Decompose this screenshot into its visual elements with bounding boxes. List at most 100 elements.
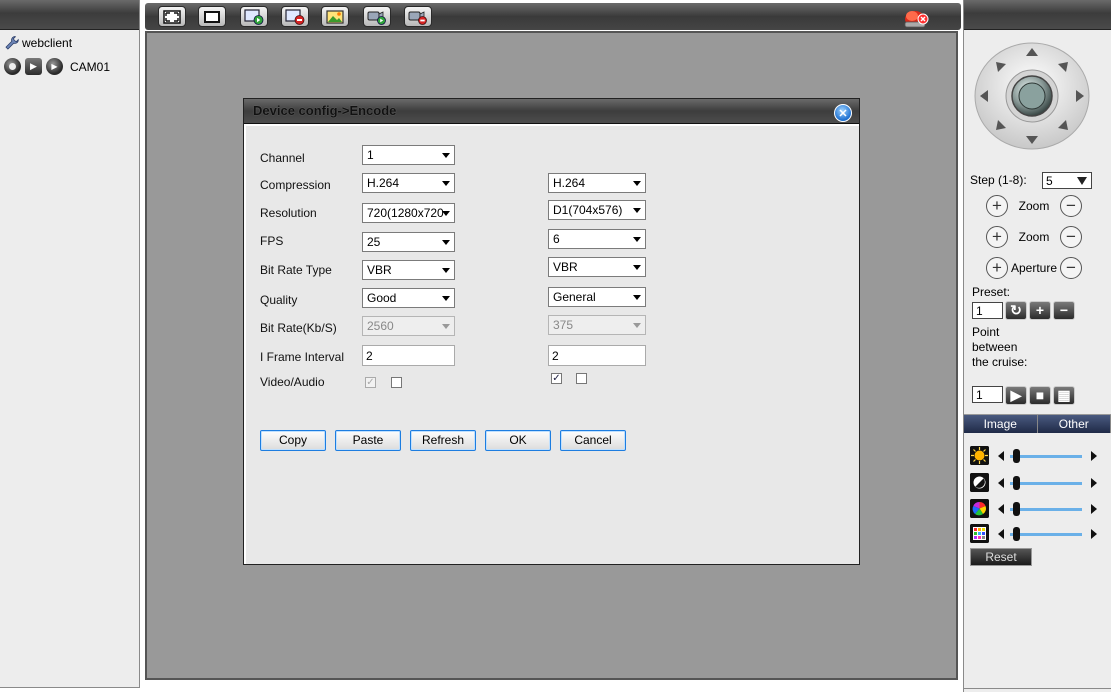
fullscreen-button[interactable] [158, 6, 186, 27]
aperture-open-icon[interactable]: + [986, 257, 1008, 279]
cruise-input[interactable]: 1 [972, 386, 1003, 403]
device-tree-panel: webclient ▶ ▶ CAM01 [0, 0, 140, 688]
aperture-row: + Aperture − [986, 257, 1082, 279]
tab-image[interactable]: Image [964, 415, 1038, 433]
brightness-slider-track[interactable] [1010, 455, 1082, 458]
cancel-button[interactable]: Cancel [560, 430, 626, 451]
goto-preset-icon[interactable]: ↻ [1005, 301, 1027, 320]
open-all-video-button[interactable] [240, 6, 268, 27]
camera-stop-icon [408, 10, 427, 25]
record-icon[interactable] [4, 58, 21, 75]
play-circle-icon[interactable]: ▶ [46, 58, 63, 75]
preset-input[interactable]: 1 [972, 302, 1003, 319]
main-quality-select[interactable]: Good [362, 288, 455, 308]
camera-label: CAM01 [70, 59, 111, 74]
single-screen-icon [204, 10, 220, 23]
tree-root-label: webclient [22, 36, 73, 50]
main-compression-select[interactable]: H.264 [362, 173, 455, 193]
zoom-row-1: + Zoom − [986, 195, 1082, 217]
hue-decrease-icon[interactable] [998, 529, 1004, 539]
extra-fps-select[interactable]: 6 [548, 229, 646, 249]
extra-video-checkbox[interactable]: ✓ [551, 373, 562, 384]
contrast-slider-track[interactable] [1010, 482, 1082, 485]
chevron-down-icon [633, 181, 641, 186]
cruise-play-icon[interactable]: ▶ [1005, 386, 1027, 405]
step-label: Step (1-8): [970, 173, 1027, 187]
focus-out-icon[interactable]: − [1060, 226, 1082, 248]
close-icon[interactable]: ✕ [834, 104, 852, 122]
start-record-button[interactable] [363, 6, 391, 27]
saturation-slider-thumb[interactable] [1013, 502, 1020, 516]
remove-preset-icon[interactable]: − [1053, 301, 1075, 320]
play-square-icon[interactable]: ▶ [25, 58, 42, 75]
hue-increase-icon[interactable] [1091, 529, 1097, 539]
main-bit-rate-type-select[interactable]: VBR [362, 260, 455, 280]
contrast-row [970, 473, 1105, 493]
extra-i-frame-interval-input[interactable]: 2 [548, 345, 646, 366]
extra-bit-rate-type-select[interactable]: VBR [548, 257, 646, 277]
saturation-increase-icon[interactable] [1091, 504, 1097, 514]
extra-quality-select[interactable]: General [548, 287, 646, 307]
contrast-slider-thumb[interactable] [1013, 476, 1020, 490]
ptz-direction-pad[interactable] [973, 40, 1091, 150]
contrast-increase-icon[interactable] [1091, 478, 1097, 488]
right-panel-header [964, 0, 1111, 30]
brightness-slider-thumb[interactable] [1013, 449, 1020, 463]
refresh-button[interactable]: Refresh [410, 430, 476, 451]
cruise-stop-icon[interactable]: ■ [1029, 386, 1051, 405]
main-audio-checkbox[interactable] [391, 377, 402, 388]
chevron-down-icon [633, 265, 641, 270]
main-fps-select[interactable]: 25 [362, 232, 455, 252]
contrast-icon [970, 473, 989, 492]
monitor-stop-icon [285, 8, 305, 25]
camera-play-icon [367, 10, 386, 25]
aperture-close-icon[interactable]: − [1060, 257, 1082, 279]
cruise-grid-icon[interactable]: ▦ [1053, 386, 1075, 405]
copy-button[interactable]: Copy [260, 430, 326, 451]
brightness-decrease-icon[interactable] [998, 451, 1004, 461]
contrast-decrease-icon[interactable] [998, 478, 1004, 488]
extra-compression-select[interactable]: H.264 [548, 173, 646, 193]
focus-in-icon[interactable]: + [986, 226, 1008, 248]
saturation-decrease-icon[interactable] [998, 504, 1004, 514]
dialog-title-bar[interactable]: Device config->Encode ✕ [244, 99, 859, 124]
i-frame-interval-label: I Frame Interval [260, 350, 345, 364]
tab-other[interactable]: Other [1038, 415, 1111, 433]
saturation-row [970, 499, 1105, 519]
hue-slider-track[interactable] [1010, 533, 1082, 536]
ptz-control-panel: Step (1-8): 5 + Zoom − + Zoom − + Apertu… [963, 0, 1111, 692]
paste-button[interactable]: Paste [335, 430, 401, 451]
tree-camera-item[interactable]: ▶ ▶ CAM01 [4, 58, 110, 75]
alarm-siren-icon[interactable] [901, 5, 931, 29]
extra-resolution-select[interactable]: D1(704x576) [548, 200, 646, 220]
channel-select[interactable]: 1 [362, 145, 455, 165]
brightness-increase-icon[interactable] [1091, 451, 1097, 461]
saturation-slider-track[interactable] [1010, 508, 1082, 511]
chevron-down-icon [442, 211, 450, 216]
close-all-video-button[interactable] [281, 6, 309, 27]
hue-slider-thumb[interactable] [1013, 527, 1020, 541]
brightness-icon [970, 446, 989, 465]
tree-root-item[interactable]: webclient [4, 35, 72, 51]
resolution-label: Resolution [260, 206, 317, 220]
add-preset-icon[interactable]: + [1029, 301, 1051, 320]
zoom-row-2: + Zoom − [986, 226, 1082, 248]
ok-button[interactable]: OK [485, 430, 551, 451]
single-view-button[interactable] [198, 6, 226, 27]
extra-audio-checkbox[interactable] [576, 373, 587, 384]
quality-label: Quality [260, 293, 298, 307]
image-tabs: Image Other [964, 414, 1111, 433]
right-panel-divider [964, 688, 1111, 689]
zoom-out-icon[interactable]: − [1060, 195, 1082, 217]
step-select[interactable]: 5 [1042, 172, 1092, 189]
main-i-frame-interval-input[interactable]: 2 [362, 345, 455, 366]
main-resolution-select[interactable]: 720(1280x720 [362, 203, 455, 223]
zoom-in-icon[interactable]: + [986, 195, 1008, 217]
bit-rate-label: Bit Rate(Kb/S) [260, 321, 337, 335]
stop-record-button[interactable] [404, 6, 432, 27]
chevron-down-icon [442, 153, 450, 158]
chevron-down-icon [633, 208, 641, 213]
chevron-down-icon [442, 324, 450, 329]
snapshot-button[interactable] [321, 6, 349, 27]
reset-button[interactable]: Reset [970, 548, 1032, 566]
